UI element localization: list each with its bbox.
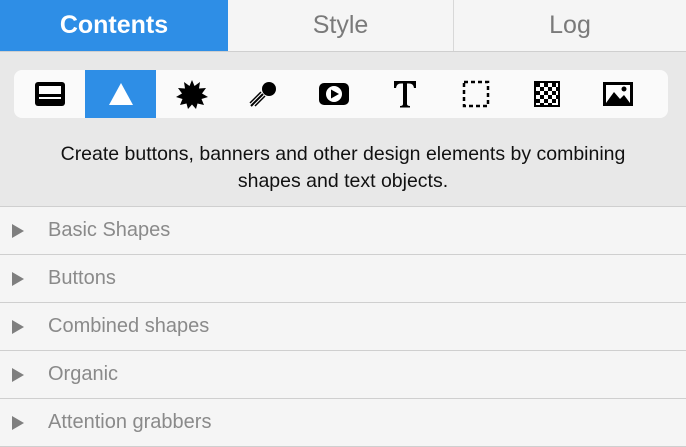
shape-category-toolbar (14, 70, 668, 118)
tool-comet[interactable] (227, 70, 298, 118)
section-label: Attention grabbers (48, 411, 212, 433)
section-label: Buttons (48, 267, 116, 289)
shape-triangle-icon (108, 83, 133, 105)
section-basic-shapes[interactable]: Basic Shapes (0, 207, 686, 255)
dashed-rectangle-icon (462, 80, 489, 108)
contents-description: Create buttons, banners and other design… (60, 143, 626, 192)
disclosure-triangle-icon (12, 271, 24, 286)
section-organic[interactable]: Organic (0, 351, 686, 399)
section-buttons[interactable]: Buttons (0, 255, 686, 303)
image-icon (602, 82, 633, 106)
tool-shapes[interactable] (85, 70, 156, 118)
contents-header-panel: Create buttons, banners and other design… (0, 52, 686, 207)
tool-banner[interactable] (14, 70, 85, 118)
tool-starburst[interactable] (156, 70, 227, 118)
disclosure-triangle-icon (12, 367, 24, 382)
disclosure-triangle-icon (12, 319, 24, 334)
tool-image[interactable] (582, 70, 653, 118)
tab-style[interactable]: Style (228, 0, 454, 51)
checkerboard-icon (533, 81, 560, 107)
banner-icon (34, 82, 65, 106)
tool-pattern[interactable] (511, 70, 582, 118)
section-label: Combined shapes (48, 315, 210, 337)
tab-contents[interactable]: Contents (0, 0, 228, 51)
tool-text[interactable] (369, 70, 440, 118)
play-button-icon (318, 83, 349, 105)
tab-bar: Contents Style Log (0, 0, 686, 52)
section-list: Basic Shapes Buttons Combined shapes Org… (0, 207, 686, 447)
tool-play-button[interactable] (298, 70, 369, 118)
comet-icon (248, 82, 276, 107)
tool-selection[interactable] (440, 70, 511, 118)
starburst-icon (175, 80, 208, 109)
disclosure-triangle-icon (12, 223, 24, 238)
tab-log[interactable]: Log (454, 0, 686, 51)
section-label: Basic Shapes (48, 219, 171, 241)
section-combined-shapes[interactable]: Combined shapes (0, 303, 686, 351)
section-label: Organic (48, 363, 119, 385)
section-attention-grabbers[interactable]: Attention grabbers (0, 399, 686, 447)
disclosure-triangle-icon (12, 415, 24, 430)
text-icon (393, 81, 416, 108)
